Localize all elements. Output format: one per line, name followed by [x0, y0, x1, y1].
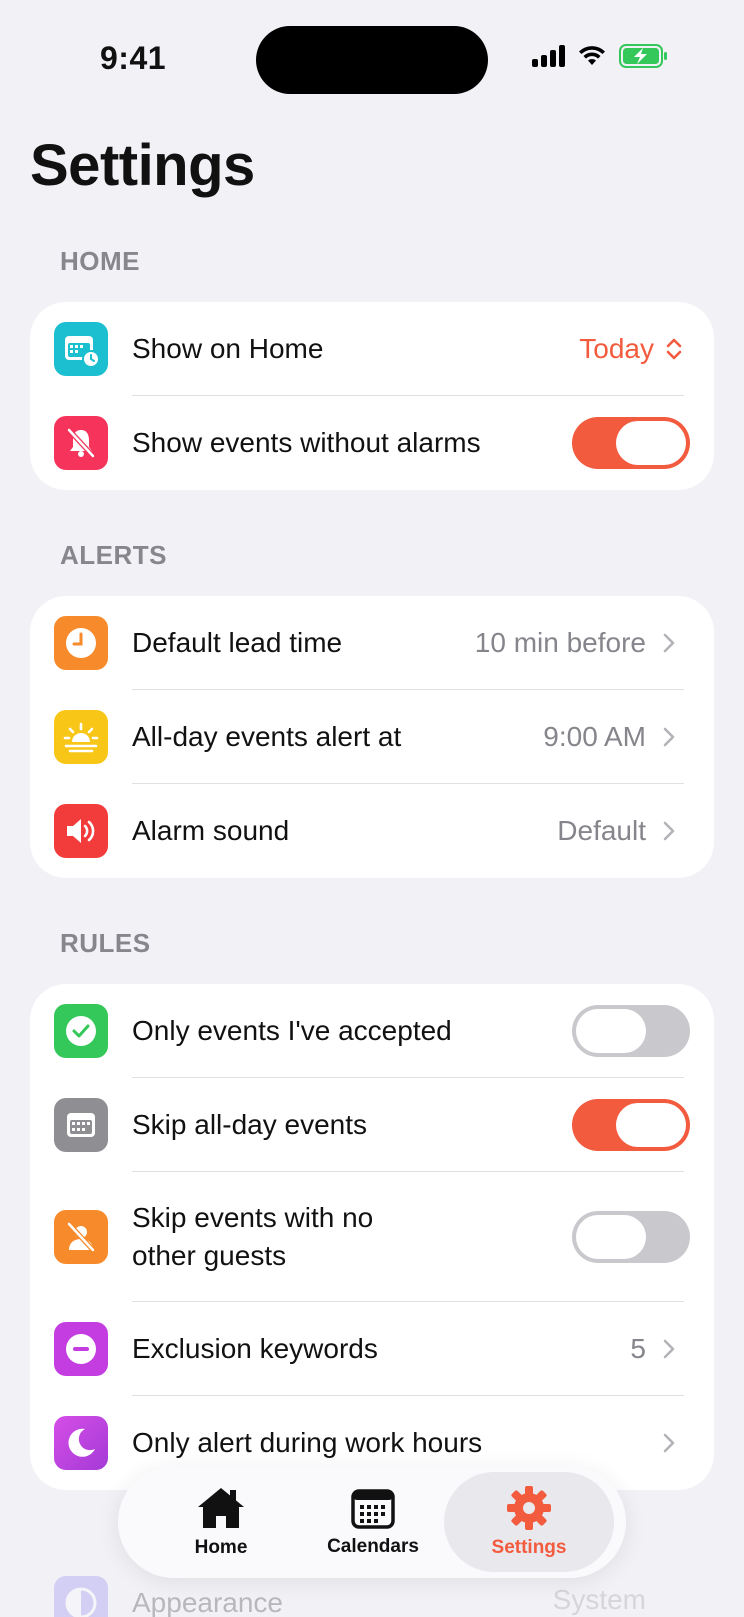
skip-no-guests-label-line1: Skip events with no	[132, 1202, 374, 1233]
alarm-sound-value: Default	[557, 815, 646, 846]
chevron-right-icon	[663, 821, 675, 841]
cellular-signal-icon	[532, 45, 565, 67]
person-slash-icon	[54, 1210, 108, 1264]
skip-no-guests-row: Skip events with no other guests	[30, 1172, 714, 1302]
battery-charging-icon	[619, 44, 667, 68]
all-day-alert-value: 9:00 AM	[543, 721, 646, 752]
show-on-home-row[interactable]: Show on Home Today	[30, 302, 714, 396]
tab-home[interactable]: Home	[136, 1472, 306, 1572]
chevron-right-icon	[663, 1339, 675, 1359]
section-label-alerts: ALERTS	[60, 540, 167, 570]
calendar-icon	[54, 1098, 108, 1152]
skip-all-day-label: Skip all-day events	[132, 1109, 368, 1140]
tab-bar: Home Calendars Settings	[118, 1466, 626, 1578]
home-card: Show on Home Today Show events without a…	[30, 302, 714, 490]
show-events-without-alarms-toggle[interactable]	[572, 417, 690, 469]
only-accepted-toggle[interactable]	[572, 1005, 690, 1057]
tab-settings-label: Settings	[491, 1537, 567, 1558]
clock-icon	[54, 616, 108, 670]
only-accepted-label: Only events I've accepted	[132, 1015, 452, 1046]
show-events-without-alarms-label: Show events without alarms	[132, 427, 481, 458]
show-on-home-value[interactable]: Today	[579, 333, 654, 365]
dynamic-island	[256, 26, 488, 94]
skip-all-day-toggle[interactable]	[572, 1099, 690, 1151]
show-events-without-alarms-row: Show events without alarms	[30, 396, 714, 490]
exclusion-keywords-value: 5	[630, 1333, 646, 1364]
page-title: Settings	[30, 133, 255, 198]
skip-no-guests-label-line2: other guests	[132, 1240, 287, 1271]
work-hours-label: Only alert during work hours	[132, 1427, 483, 1458]
appearance-value: System	[552, 1584, 646, 1615]
alarm-sound-label: Alarm sound	[132, 815, 290, 846]
alarm-sound-row[interactable]: Alarm sound Default	[30, 784, 714, 878]
skip-no-guests-toggle[interactable]	[572, 1211, 690, 1263]
skip-all-day-row: Skip all-day events	[30, 1078, 714, 1172]
rules-card: Only events I've accepted Skip all-day e…	[30, 984, 714, 1490]
wifi-icon	[579, 46, 605, 65]
checkmark-circle-icon	[54, 1004, 108, 1058]
exclusion-keywords-label: Exclusion keywords	[132, 1333, 378, 1364]
default-lead-time-row[interactable]: Default lead time 10 min before	[30, 596, 714, 690]
all-day-alert-row[interactable]: All-day events alert at 9:00 AM	[30, 690, 714, 784]
up-down-chevron-icon	[666, 338, 682, 360]
chevron-right-icon	[663, 633, 675, 653]
all-day-alert-label: All-day events alert at	[132, 721, 402, 752]
tab-settings[interactable]: Settings	[444, 1472, 614, 1572]
toggle-knob	[616, 1103, 686, 1147]
toggle-knob	[616, 421, 686, 465]
exclusion-keywords-row[interactable]: Exclusion keywords 5	[30, 1302, 714, 1396]
bell-slash-icon	[54, 416, 108, 470]
alerts-card: Default lead time 10 min before All-day …	[30, 596, 714, 878]
house-icon	[198, 1488, 244, 1528]
status-time: 9:41	[100, 40, 167, 76]
status-icons	[532, 44, 669, 68]
calendar-clock-icon	[54, 322, 108, 376]
tab-calendars[interactable]: Calendars	[288, 1472, 458, 1572]
appearance-icon	[54, 1576, 108, 1617]
tab-calendars-label: Calendars	[327, 1536, 419, 1557]
chevron-right-icon	[663, 727, 675, 747]
show-on-home-label: Show on Home	[132, 333, 324, 364]
only-accepted-row: Only events I've accepted	[30, 984, 714, 1078]
tab-home-label: Home	[194, 1537, 248, 1558]
skip-no-guests-label: Skip events with no other guests	[132, 1199, 373, 1275]
toggle-knob	[576, 1009, 646, 1053]
default-lead-time-value: 10 min before	[474, 627, 646, 658]
gear-icon	[507, 1486, 551, 1530]
minus-circle-icon	[54, 1322, 108, 1376]
section-label-home: HOME	[60, 246, 140, 276]
moon-icon	[54, 1416, 108, 1470]
toggle-knob	[576, 1215, 646, 1259]
section-label-rules: RULES	[60, 928, 151, 958]
calendar-icon	[351, 1489, 395, 1529]
sunrise-icon	[54, 710, 108, 764]
status-bar: 9:41	[0, 0, 744, 120]
appearance-label: Appearance	[132, 1587, 284, 1617]
default-lead-time-label: Default lead time	[132, 627, 343, 658]
speaker-icon	[54, 804, 108, 858]
chevron-right-icon	[663, 1433, 675, 1453]
